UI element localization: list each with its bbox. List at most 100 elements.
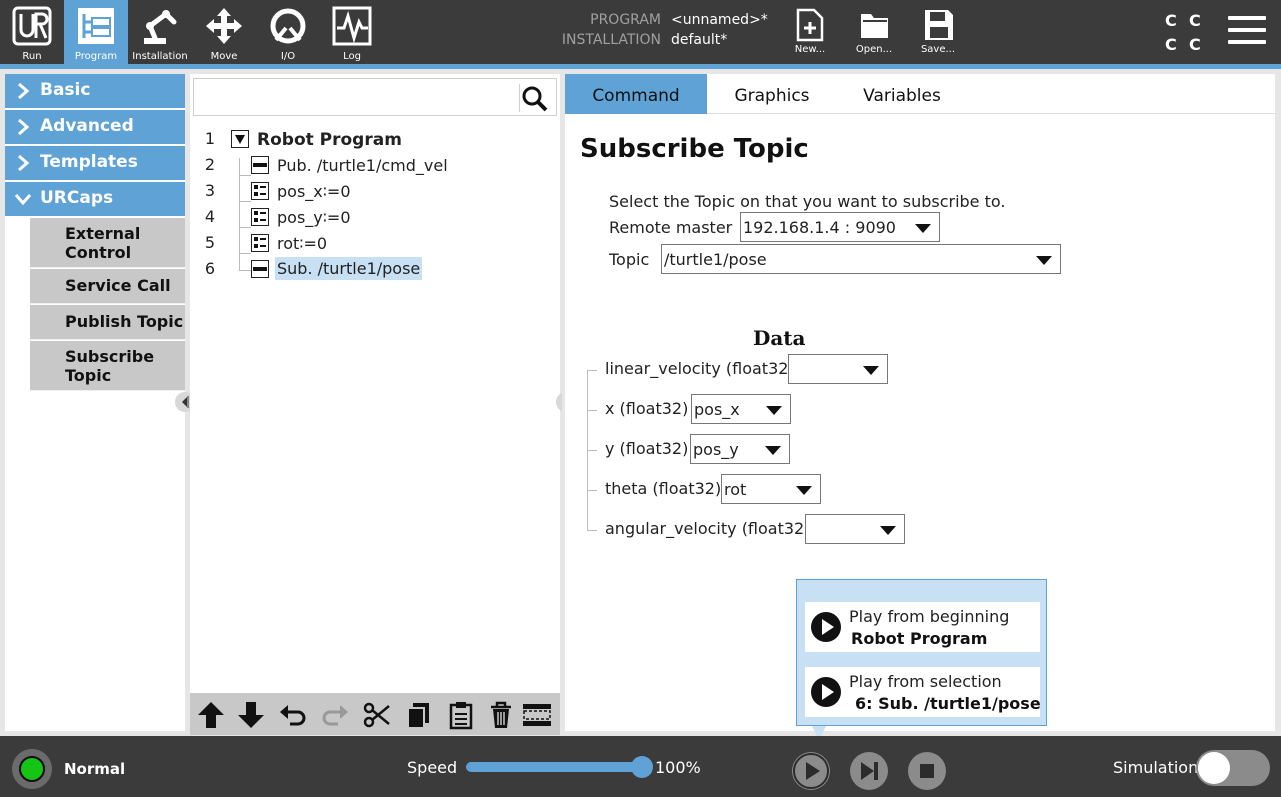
simulation-toggle[interactable]: [1196, 750, 1270, 786]
tab-graphics[interactable]: Graphics: [707, 74, 837, 114]
robot-status: Normal: [64, 760, 126, 778]
field-select-theta[interactable]: rot: [721, 474, 821, 504]
speed-slider-knob[interactable]: [631, 756, 653, 778]
tab-command[interactable]: Command: [565, 74, 707, 114]
move-down-icon[interactable]: [236, 700, 266, 730]
nav-run[interactable]: Run: [0, 0, 64, 64]
field-value: pos_x: [694, 400, 740, 419]
urcap-node-icon: [251, 260, 269, 278]
chevron-down-icon: [915, 224, 931, 233]
tree-node-label: rot∶=0: [277, 234, 328, 253]
play-option-title: Play from selection: [849, 672, 1002, 691]
field-label-x: x (float32): [605, 399, 689, 418]
nav-move-label: Move: [210, 51, 238, 62]
save-button[interactable]: Save...: [910, 0, 966, 64]
search-icon[interactable]: [522, 86, 548, 112]
field-select-x[interactable]: pos_x: [691, 394, 791, 424]
category-templates[interactable]: Templates: [5, 146, 185, 180]
hamburger-menu-icon[interactable]: [1228, 16, 1266, 48]
save-icon: [925, 10, 953, 40]
move-up-icon[interactable]: [196, 700, 226, 730]
play-option-target: Robot Program: [851, 629, 988, 648]
editor-tabs: Command Graphics Variables: [565, 74, 1275, 114]
chevron-right-icon: [18, 119, 30, 135]
suppress-icon[interactable]: [522, 700, 552, 730]
simulation-label: Simulation: [1113, 758, 1199, 777]
nav-run-label: Run: [22, 51, 42, 62]
play-option-title: Play from beginning: [849, 607, 1010, 626]
urcap-label: Subscribe Topic: [65, 347, 155, 385]
data-bracket: [587, 370, 597, 371]
undo-icon[interactable]: [278, 700, 308, 730]
nav-log[interactable]: Log: [320, 0, 384, 64]
remote-master-select[interactable]: 192.168.1.4 : 9090: [740, 212, 940, 242]
nav-log-label: Log: [343, 51, 361, 62]
open-button[interactable]: Open...: [846, 0, 902, 64]
category-basic[interactable]: Basic: [5, 74, 185, 108]
paste-icon[interactable]: [446, 700, 476, 730]
new-button[interactable]: New...: [782, 0, 838, 64]
tree-node-label: pos_x∶=0: [277, 182, 351, 201]
tree-connector: [239, 270, 251, 271]
urcap-subscribe-topic[interactable]: Subscribe Topic: [30, 341, 185, 391]
collapse-triangle-icon[interactable]: [231, 130, 249, 148]
play-popup: Play from beginning Robot Program Play f…: [796, 579, 1047, 726]
urcap-node-icon: [251, 156, 269, 174]
tree-node-label: Robot Program: [257, 130, 402, 150]
folder-icon: [861, 14, 888, 38]
copy-icon[interactable]: [404, 700, 434, 730]
cc-indicator: C: [1165, 11, 1177, 30]
category-urcaps[interactable]: URCaps: [5, 182, 185, 216]
category-label: Basic: [40, 80, 91, 100]
field-select-y[interactable]: pos_y: [690, 434, 790, 464]
status-indicator-icon[interactable]: [12, 749, 52, 789]
line-number: 1: [204, 129, 216, 148]
cut-icon[interactable]: [362, 700, 392, 730]
robot-arm-icon: [144, 10, 177, 44]
field-select-angular-velocity[interactable]: [805, 514, 905, 544]
instruction-text: Select the Topic on that you want to sub…: [609, 192, 1006, 211]
urcap-publish-topic[interactable]: Publish Topic: [30, 305, 185, 340]
play-option-target: 6: Sub. /turtle1/pose: [855, 694, 1041, 713]
play-from-beginning-button[interactable]: Play from beginning Robot Program: [805, 602, 1040, 652]
search-input[interactable]: [193, 78, 557, 116]
program-tree-panel: 1 Robot Program 2 Pub. /turtle1/cmd_vel …: [190, 69, 562, 736]
topic-value: /turtle1/pose: [664, 250, 767, 269]
chevron-down-icon: [1036, 256, 1052, 265]
stop-icon: [920, 764, 934, 778]
new-file-icon: [796, 8, 824, 42]
urcap-label: Service Call: [65, 276, 171, 295]
line-number: 4: [204, 207, 216, 226]
cc-indicator: C: [1189, 35, 1201, 54]
delete-icon[interactable]: [486, 700, 516, 730]
play-button[interactable]: [792, 752, 830, 790]
nav-io-label: I/O: [280, 51, 296, 62]
nav-move[interactable]: Move: [192, 0, 256, 64]
speed-slider[interactable]: [466, 762, 646, 772]
tree-node-label: Pub. /turtle1/cmd_vel: [277, 156, 448, 175]
field-select-linear-velocity[interactable]: [788, 354, 888, 384]
category-label: URCaps: [40, 188, 114, 208]
urcap-service-call[interactable]: Service Call: [30, 269, 185, 304]
chevron-down-icon: [796, 486, 812, 495]
nav-installation[interactable]: Installation: [128, 0, 192, 64]
urcap-label: External Control: [65, 224, 141, 262]
installation-name: default*: [671, 32, 728, 48]
open-button-label: Open...: [855, 44, 893, 55]
data-bracket: [587, 410, 597, 411]
urcap-external-control[interactable]: External Control: [30, 218, 185, 268]
category-label: Templates: [40, 152, 138, 172]
tab-variables[interactable]: Variables: [837, 74, 967, 114]
speed-value: 100%: [655, 758, 701, 777]
data-bracket: [587, 530, 597, 531]
step-button[interactable]: [850, 752, 888, 790]
category-advanced[interactable]: Advanced: [5, 110, 185, 144]
program-icon: [78, 8, 114, 44]
stop-button[interactable]: [908, 752, 946, 790]
data-section-title: Data: [753, 326, 806, 350]
play-from-selection-button[interactable]: Play from selection 6: Sub. /turtle1/pos…: [805, 667, 1041, 717]
top-bar: Run Program Installation Move I/O Log PR…: [0, 0, 1281, 64]
nav-io[interactable]: I/O: [256, 0, 320, 64]
topic-select[interactable]: /turtle1/pose: [661, 244, 1061, 274]
nav-program[interactable]: Program: [64, 0, 128, 64]
